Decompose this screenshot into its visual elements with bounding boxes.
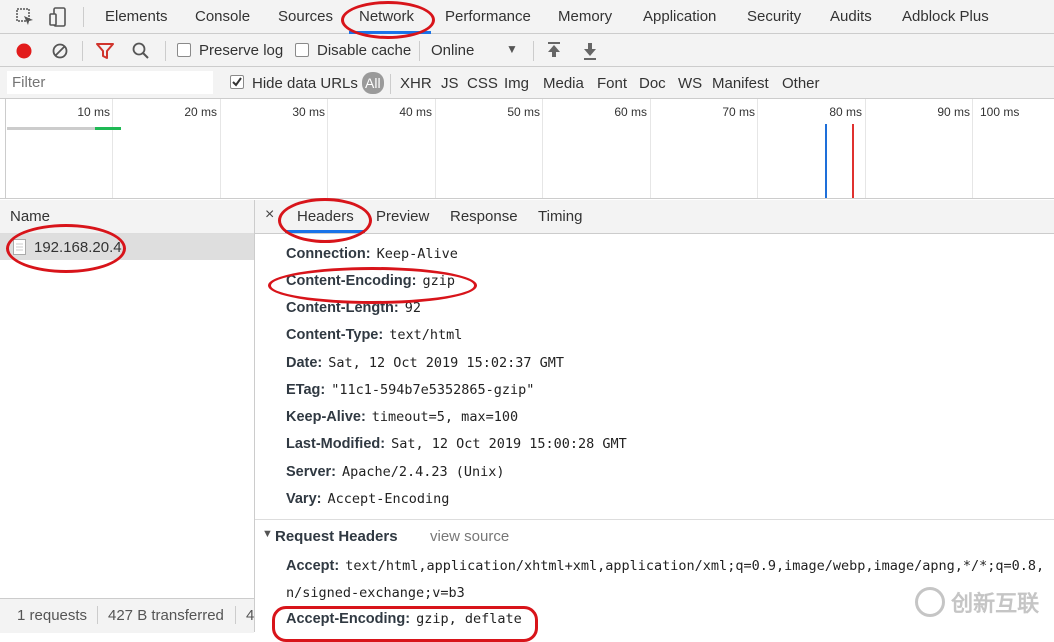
request-header-continuation: n/signed-exchange;v=b3 (286, 585, 465, 601)
response-header-row: Content-Encoding: gzip (286, 273, 455, 289)
timeline-tick: 60 ms (614, 105, 647, 119)
domcontentloaded-marker (825, 124, 827, 198)
devtools-tab-bar: Elements Console Sources Network Perform… (0, 0, 1054, 34)
response-header-row: Content-Type: text/html (286, 327, 463, 343)
network-toolbar: Preserve log Disable cache Online ▼ (0, 34, 1054, 67)
watermark-logo: 创新互联 (915, 586, 1039, 618)
filter-type-all[interactable]: All (362, 72, 384, 94)
request-header-row: Accept-Encoding: gzip, deflate (286, 611, 522, 627)
filter-input[interactable] (7, 71, 213, 94)
request-download-bar (95, 127, 121, 130)
tab-headers[interactable]: Headers (297, 208, 354, 225)
timeline-overview[interactable]: 10 ms 20 ms 30 ms 40 ms 50 ms 60 ms 70 m… (0, 99, 1054, 199)
filter-type-media[interactable]: Media (543, 75, 584, 92)
tab-elements[interactable]: Elements (105, 8, 168, 25)
hide-data-urls-label: Hide data URLs (252, 75, 358, 92)
hide-data-urls-checkbox[interactable] (230, 75, 244, 89)
watermark-icon (915, 587, 945, 617)
detail-tab-bar: × Headers Preview Response Timing (255, 200, 1054, 234)
status-bar: 1 requests 427 B transferred 4 (0, 598, 254, 633)
response-header-row: Server: Apache/2.4.23 (Unix) (286, 464, 505, 480)
view-source-link[interactable]: view source (430, 528, 509, 545)
export-har-icon[interactable] (581, 41, 599, 61)
load-event-marker (852, 124, 854, 198)
record-icon[interactable] (14, 41, 34, 61)
response-header-row: Last-Modified: Sat, 12 Oct 2019 15:00:28 … (286, 436, 627, 452)
timeline-tick: 70 ms (722, 105, 755, 119)
request-name: 192.168.20.4 (34, 239, 122, 256)
filter-type-other[interactable]: Other (782, 75, 820, 92)
request-header-row: Accept: text/html,application/xhtml+xml,a… (286, 558, 1045, 574)
name-column-header[interactable]: Name (0, 200, 254, 234)
response-header-row: Vary: Accept-Encoding (286, 491, 450, 507)
request-detail-pane: × Headers Preview Response Timing Connec… (255, 200, 1054, 632)
filter-icon[interactable] (95, 41, 115, 61)
tab-console[interactable]: Console (195, 8, 250, 25)
disable-cache-label: Disable cache (317, 42, 412, 59)
request-list-pane: Name 192.168.20.4 1 requests 427 B trans… (0, 200, 255, 633)
preserve-log-checkbox[interactable] (177, 43, 191, 57)
tab-network[interactable]: Network (359, 8, 414, 25)
name-column-label: Name (10, 208, 51, 225)
clear-icon[interactable] (50, 41, 70, 61)
timeline-tick: 50 ms (507, 105, 540, 119)
tab-application[interactable]: Application (643, 8, 716, 25)
filter-type-doc[interactable]: Doc (639, 75, 666, 92)
tab-timing[interactable]: Timing (538, 208, 582, 225)
timeline-tick: 20 ms (184, 105, 217, 119)
timeline-tick: 100 ms (980, 105, 1020, 119)
request-headers-section-header[interactable]: ▼ Request Headers view source (255, 520, 1054, 554)
filter-type-ws[interactable]: WS (678, 75, 702, 92)
disable-cache-checkbox[interactable] (295, 43, 309, 57)
tab-memory[interactable]: Memory (558, 8, 612, 25)
resources-size: 4 (246, 607, 255, 624)
filter-type-css[interactable]: CSS (467, 75, 498, 92)
response-header-row: Keep-Alive: timeout=5, max=100 (286, 409, 519, 425)
timeline-tick: 90 ms (937, 105, 970, 119)
preserve-log-label: Preserve log (199, 42, 284, 59)
close-icon[interactable]: × (265, 206, 274, 224)
request-headers-title: Request Headers (275, 528, 398, 545)
request-count: 1 requests (17, 607, 88, 624)
search-icon[interactable] (131, 41, 151, 61)
checkmark-icon (232, 77, 242, 87)
tab-performance[interactable]: Performance (445, 8, 531, 25)
triangle-down-icon: ▼ (262, 528, 273, 540)
tab-response[interactable]: Response (450, 208, 518, 225)
device-toolbar-icon[interactable] (47, 6, 69, 28)
timeline-tick: 40 ms (399, 105, 432, 119)
filter-type-js[interactable]: JS (441, 75, 459, 92)
filter-type-font[interactable]: Font (597, 75, 627, 92)
request-waiting-bar (7, 127, 95, 130)
timeline-tick: 80 ms (829, 105, 862, 119)
import-har-icon[interactable] (545, 41, 563, 61)
document-icon (13, 239, 26, 255)
filter-type-xhr[interactable]: XHR (400, 75, 432, 92)
transferred-size: 427 B transferred (108, 607, 224, 624)
throttling-select[interactable]: Online (431, 42, 474, 59)
tab-audits[interactable]: Audits (830, 8, 872, 25)
tab-sources[interactable]: Sources (278, 8, 333, 25)
tab-adblock-plus[interactable]: Adblock Plus (902, 8, 989, 25)
active-detail-tab-indicator (285, 230, 365, 233)
request-row[interactable]: 192.168.20.4 (0, 234, 254, 260)
response-header-row: Content-Length: 92 (286, 300, 422, 316)
filter-bar: Hide data URLs All XHR JS CSS Img Media … (0, 67, 1054, 99)
inspect-element-icon[interactable] (14, 6, 36, 28)
tab-preview[interactable]: Preview (376, 208, 429, 225)
timeline-tick: 30 ms (292, 105, 325, 119)
chevron-down-icon[interactable]: ▼ (506, 42, 518, 56)
filter-type-img[interactable]: Img (504, 75, 529, 92)
tab-security[interactable]: Security (747, 8, 801, 25)
response-header-row: ETag: "11c1-594b7e5352865-gzip" (286, 382, 535, 398)
response-header-row: Connection: Keep-Alive (286, 246, 458, 262)
response-header-row: Date: Sat, 12 Oct 2019 15:02:37 GMT (286, 355, 564, 371)
filter-type-manifest[interactable]: Manifest (712, 75, 769, 92)
timeline-tick: 10 ms (77, 105, 110, 119)
